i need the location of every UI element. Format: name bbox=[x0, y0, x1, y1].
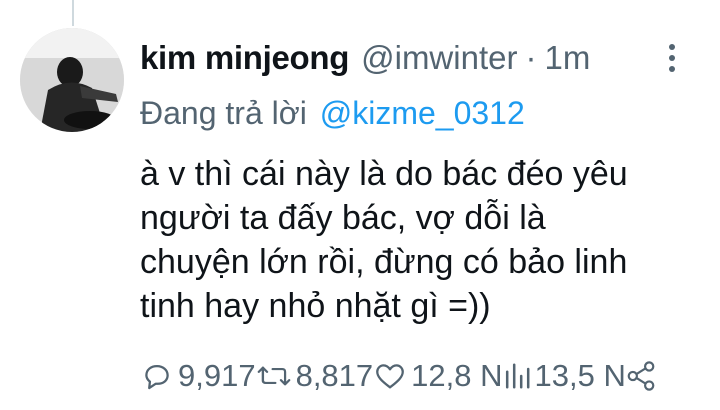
share-icon bbox=[627, 361, 655, 391]
thread-line bbox=[72, 0, 74, 26]
avatar[interactable] bbox=[20, 28, 124, 132]
reply-mention-link[interactable]: @kizme_0312 bbox=[320, 95, 525, 131]
reply-button[interactable]: 9,917 bbox=[140, 358, 256, 394]
author-name[interactable]: kim minjeong bbox=[140, 39, 349, 77]
more-options-button[interactable] bbox=[654, 40, 690, 76]
retweet-icon bbox=[257, 366, 290, 386]
like-button[interactable]: 12,8 N bbox=[373, 358, 503, 394]
like-count: 12,8 N bbox=[411, 358, 503, 393]
share-button[interactable] bbox=[626, 359, 656, 393]
views-icon bbox=[505, 363, 529, 389]
tweet-text-line: người ta đấy bác, vợ dỗi là bbox=[140, 199, 546, 237]
retweet-button[interactable]: 8,817 bbox=[256, 358, 374, 394]
tweet-text: à v thì cái này là do bác đéo yêu người … bbox=[140, 152, 700, 328]
timestamp[interactable]: 1m bbox=[544, 39, 590, 77]
more-vertical-icon bbox=[669, 44, 675, 72]
retweet-count: 8,817 bbox=[295, 358, 374, 393]
view-count: 13,5 N bbox=[534, 358, 626, 393]
separator-dot: · bbox=[525, 39, 537, 76]
action-bar: 9,917 8,817 12,8 N 13,5 N bbox=[140, 356, 700, 396]
tweet-text-line: tinh hay nhỏ nhặt gì =)) bbox=[140, 287, 491, 325]
tweet-header: kim minjeong @imwinter · 1m bbox=[140, 38, 700, 78]
reply-count: 9,917 bbox=[178, 358, 256, 393]
views-button[interactable]: 13,5 N bbox=[503, 358, 626, 394]
tweet-text-line: à v thì cái này là do bác đéo yêu bbox=[140, 155, 628, 193]
avatar-photo bbox=[20, 28, 124, 132]
reply-icon bbox=[145, 364, 169, 390]
tweet-text-line: chuyện lớn rồi, đừng có bảo linh bbox=[140, 243, 628, 281]
reply-prefix: Đang trả lời bbox=[140, 95, 307, 131]
replying-to: Đang trả lời @kizme_0312 bbox=[140, 95, 525, 132]
author-handle[interactable]: @imwinter bbox=[361, 39, 517, 77]
heart-icon bbox=[376, 364, 405, 389]
